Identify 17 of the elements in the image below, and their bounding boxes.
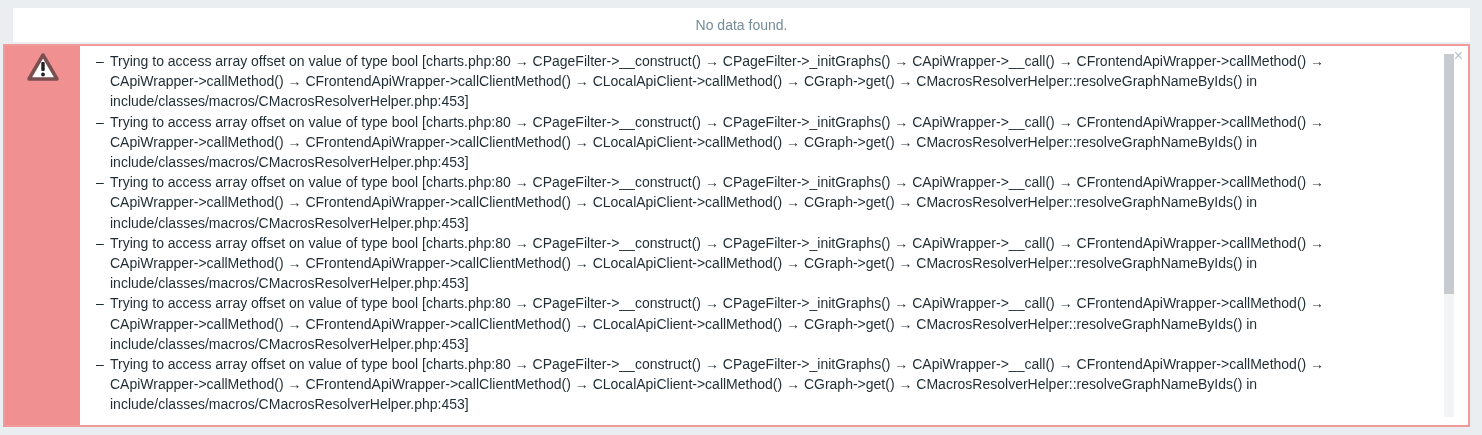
error-message: Trying to access array offset on value of type bool [charts.php:80 → CPageFilter->__construct() → CPageFilter->_initGraphs() → CApiWrapper->__call() → CFrontendApiWrapper->callMethod() → CApiWrapper->callMethod() → CFrontendApiWrapper->callClientMethod() → CLocalApiClient->callMethod() → CGraph->get() → CMacrosResolverHelper::resolveGraphNameByIds() in include/classes/macros/CMacrosResolverHelper.php:453] — [110, 112, 1326, 172]
scrollbar-thumb[interactable] — [1444, 54, 1454, 294]
error-message: Trying to access array offset on value of type bool [charts.php:80 → CPageFilter->__construct() → CPageFilter->_initGraphs() → CApiWrapper->__call() → CFrontendApiWrapper->callMethod() → CApiWrapper->callMethod() → CFrontendApiWrapper->callClientMethod() → CLocalApiClient->callMethod() → CGraph->get() → CMacrosResolverHelper::resolveGraphNameByIds() in include/classes/macros/CMacrosResolverHelper.php:453] — [110, 233, 1326, 294]
list-bullet: – — [96, 52, 105, 71]
warning-icon — [25, 52, 60, 82]
error-message: Trying to access array offset on value of type bool [charts.php:80 → CPageFilter->__construct() → CPageFilter->_initGraphs() → CApiWrapper->__call() → CFrontendApiWrapper->callMethod() → CApiWrapper->callMethod() → CFrontendApiWrapper->callClientMethod() → CLocalApiClient->callMethod() → CGraph->get() → CMacrosResolverHelper::resolveGraphNameByIds() in include/classes/macros/CMacrosResolverHelper.php:453] — [110, 173, 1326, 233]
close-button[interactable]: × — [1453, 48, 1463, 64]
error-message: Trying to access array offset on value of type bool [charts.php:80 → CPageFilter->__construct() → CPageFilter->_initGraphs() → CApiWrapper->__call() → CFrontendApiWrapper->callMethod() → CApiWrapper->callMethod() → CFrontendApiWrapper->callClientMethod() → CLocalApiClient->callMethod() → CGraph->get() → CMacrosResolverHelper::resolveGraphNameByIds() in include/classes/macros/CMacrosResolverHelper.php:453] — [110, 294, 1326, 354]
scrollbar[interactable] — [1444, 54, 1454, 417]
error-message: Trying to access array offset on value of type bool [charts.php:80 → CPageFilter->__construct() → CPageFilter->_initGraphs() → CApiWrapper->__call() → CFrontendApiWrapper->callMethod() → CApiWrapper->callMethod() → CFrontendApiWrapper->callClientMethod() → CLocalApiClient->callMethod() → CGraph->get() → CMacrosResolverHelper::resolveGraphNameByIds() in include/classes/macros/CMacrosResolverHelper.php:453] — [110, 52, 1326, 112]
list-bullet: – — [96, 173, 105, 193]
error-message: Trying to access array offset on value of type bool [charts.php:80 → CPageFilter->__construct() → CPageFilter->_initGraphs() → CApiWrapper->__call() → CFrontendApiWrapper->callMethod() → CApiWrapper->callMethod() → CFrontendApiWrapper->callClientMethod() → CLocalApiClient->callMethod() → CGraph->get() → CMacrosResolverHelper::resolveGraphNameByIds() in include/classes/macros/CMacrosResolverHelper.php:453] — [110, 355, 1326, 415]
empty-message: No data found. — [695, 15, 788, 35]
list-bullet: – — [96, 112, 105, 132]
list-bullet: – — [96, 294, 105, 314]
list-bullet: – — [96, 355, 105, 375]
list-bullet: – — [96, 233, 105, 253]
